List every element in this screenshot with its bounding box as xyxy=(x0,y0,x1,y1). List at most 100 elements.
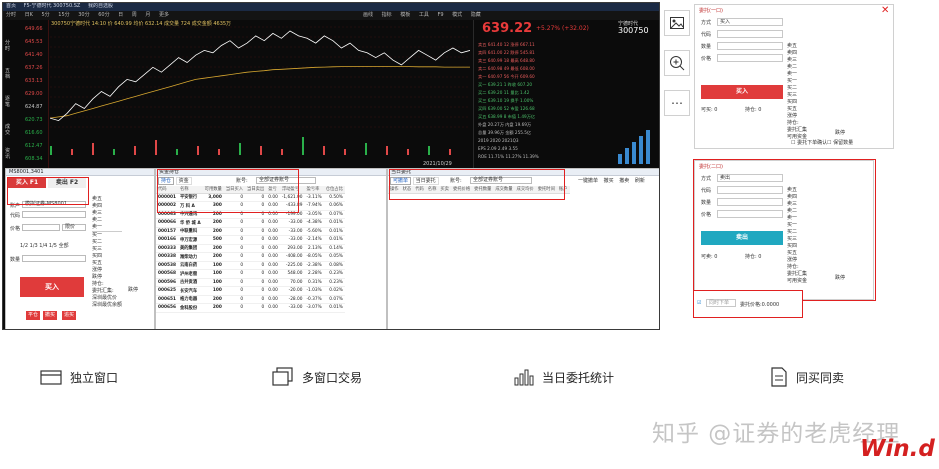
order-book-item[interactable]: 卖三 xyxy=(787,57,807,64)
fraction-fifth[interactable]: 1/5 xyxy=(49,243,57,249)
column-header[interactable]: 盈亏 xyxy=(266,186,280,194)
menu-item[interactable]: 更多 xyxy=(159,12,169,18)
order-book-item[interactable]: 买二 xyxy=(92,239,122,246)
order-book-item[interactable]: 买五 xyxy=(787,250,807,257)
menu-item[interactable]: 周 xyxy=(132,12,137,18)
column-header[interactable]: 名称 xyxy=(177,186,203,194)
order-book-item[interactable]: 买四 xyxy=(787,243,807,250)
tab-funds[interactable]: 资金 xyxy=(175,177,192,185)
order-book-item[interactable]: 卖一 xyxy=(787,215,807,222)
order-book-item[interactable]: 卖四 xyxy=(92,203,122,210)
order-book-item[interactable]: 卖一 xyxy=(92,224,122,231)
cancel-buy-button[interactable]: 撤买 xyxy=(604,178,614,184)
refresh-button[interactable]: 刷新 xyxy=(635,178,645,184)
order-book-item[interactable]: 买一 xyxy=(787,222,807,229)
column-header[interactable]: 可用数量 xyxy=(202,186,224,194)
buy-button[interactable]: 买入 xyxy=(20,277,84,297)
checkbox-confirm[interactable]: ☐ 委托下单确认 xyxy=(791,139,827,146)
order-book-item[interactable]: 涨停 xyxy=(92,267,122,274)
menu-item[interactable]: 指标 xyxy=(382,12,392,18)
order-book-item[interactable]: 委托汇集 xyxy=(787,127,807,134)
order-book-item[interactable]: 卖一 xyxy=(787,71,807,78)
order-book-item[interactable]: 买三 xyxy=(787,236,807,243)
order-book-item[interactable]: 买三 xyxy=(92,246,122,253)
order-book-item[interactable]: 买二 xyxy=(787,85,807,92)
tab-sell[interactable]: 卖出 F2 xyxy=(48,178,86,188)
side-tab[interactable]: 逐笔 xyxy=(5,96,13,108)
table-row[interactable]: 000157 中联重科 200 0 0 0.00 -33.00 -5.60% 0.01% xyxy=(156,227,345,236)
order-book-item[interactable]: 卖五 xyxy=(787,43,807,50)
menu-item[interactable]: 30分 xyxy=(78,12,89,18)
price-mode-select[interactable]: 限价 xyxy=(62,224,86,231)
order-book-item[interactable]: 卖二 xyxy=(787,64,807,71)
qty-input[interactable] xyxy=(22,255,86,262)
checkbox-keep-qty[interactable]: ☐ 保留数量 xyxy=(827,139,853,146)
stock-tab[interactable]: F5-宁德时代 300750.SZ xyxy=(24,3,81,9)
price-input[interactable] xyxy=(717,54,783,62)
order-book-item[interactable]: 买五 xyxy=(92,260,122,267)
column-header[interactable]: 委托数量 xyxy=(472,186,494,194)
account-filter-select[interactable]: 全部证券账号 xyxy=(470,177,532,184)
intraday-chart[interactable] xyxy=(50,25,470,165)
account-filter-select[interactable]: 全部证券账号 xyxy=(256,177,316,184)
sync-checkbox[interactable]: ☑ xyxy=(697,300,701,306)
order-book-item[interactable]: 买一 xyxy=(787,78,807,85)
table-row[interactable]: 000063 中兴通讯 200 0 0 0.00 -199.00 -3.05% 0.07% xyxy=(156,210,345,219)
chase-buy-button[interactable]: 追买 xyxy=(62,311,76,320)
menu-item[interactable]: 分时 xyxy=(6,12,16,18)
menu-item[interactable]: 工具 xyxy=(419,12,429,18)
column-header[interactable]: 状态 xyxy=(400,186,414,194)
menu-item[interactable]: 模板 xyxy=(400,12,410,18)
side-tab[interactable]: 成交 xyxy=(5,124,13,136)
menu-item[interactable]: 模式 xyxy=(452,12,462,18)
order-book-item[interactable]: 卖三 xyxy=(92,210,122,217)
column-header[interactable]: 当日卖出 xyxy=(245,186,267,194)
menu-item[interactable]: 5分 xyxy=(41,12,49,18)
column-header[interactable]: 名称 xyxy=(425,186,439,194)
column-header[interactable]: 委托价格 xyxy=(450,186,473,194)
column-header[interactable]: 仓位占比 xyxy=(323,186,345,194)
table-row[interactable]: 000651 格力电器 200 0 0 0.00 -28.00 -0.37% 0.07% xyxy=(156,295,345,304)
table-row[interactable]: 000656 金科股份 200 0 0 0.00 -33.00 -3.07% 0.01% xyxy=(156,303,345,313)
cancel-buy-button[interactable]: 撤买 xyxy=(43,311,57,320)
tab-cancelable[interactable]: 可撤单 xyxy=(390,177,412,185)
code-input[interactable] xyxy=(717,186,783,194)
account-select[interactable]: 模拟证券-MS8001... xyxy=(22,201,86,208)
more-icon[interactable]: ⋯ xyxy=(664,90,690,116)
menu-item[interactable]: F9 xyxy=(437,12,443,18)
price-input[interactable] xyxy=(22,224,60,231)
order-book-item[interactable]: 持仓: xyxy=(787,264,807,271)
column-header[interactable]: 操作 xyxy=(388,186,401,194)
direction-select[interactable]: 卖出 xyxy=(717,174,783,182)
qty-input[interactable] xyxy=(717,42,783,50)
order-book-item[interactable]: 买二 xyxy=(787,229,807,236)
order-book-item[interactable]: 委托汇集 xyxy=(787,271,807,278)
zoom-in-icon[interactable] xyxy=(664,50,690,76)
table-row[interactable]: 000066 华 侨 城 A 200 0 0 0.00 -33.00 -4.38% 0.01% xyxy=(156,218,345,228)
menu-item[interactable]: 隐藏 xyxy=(471,12,481,18)
table-row[interactable]: 000596 古井贡酒 100 0 0 0.00 70.00 0.31% 0.23% xyxy=(156,278,345,287)
column-header[interactable]: 成交数量 xyxy=(493,186,515,194)
code-input[interactable] xyxy=(717,30,783,38)
watchlist-tab[interactable]: 我的自选股 xyxy=(88,3,113,9)
table-row[interactable]: 000625 长安汽车 100 0 0 0.00 -20.00 -1.03% 0.02% xyxy=(156,286,345,296)
table-row[interactable]: 000002 万 科 A 300 0 0 0.00 -433.89 -7.94% 0.06% xyxy=(156,201,345,211)
order-book-item[interactable]: 买四 xyxy=(92,253,122,260)
tab-today-orders[interactable]: 当日委托 xyxy=(412,177,439,185)
column-header[interactable]: 盈亏率 xyxy=(304,186,324,194)
column-header[interactable]: 浮动盈亏 xyxy=(279,186,305,194)
tab-holdings[interactable]: 持仓 xyxy=(158,177,175,185)
sell-button[interactable]: 卖出 xyxy=(701,231,783,245)
column-header[interactable]: 代码 xyxy=(413,186,426,194)
order-book-item[interactable]: 卖四 xyxy=(787,194,807,201)
side-tab[interactable]: 分时 xyxy=(5,40,13,52)
side-tab[interactable]: 五档 xyxy=(5,68,13,80)
buy-button[interactable]: 买入 xyxy=(701,85,783,99)
menu-item[interactable]: 60分 xyxy=(98,12,109,18)
code-input[interactable] xyxy=(22,211,86,218)
menu-item[interactable]: 日 xyxy=(118,12,123,18)
column-header[interactable]: 成交均价 xyxy=(514,186,536,194)
sync-order-button[interactable]: 同时下单 xyxy=(706,299,736,307)
table-row[interactable]: 000333 美的集团 200 0 0 0.00 293.00 2.13% 0.14% xyxy=(156,244,345,253)
fraction-third[interactable]: 1/3 xyxy=(30,243,38,249)
